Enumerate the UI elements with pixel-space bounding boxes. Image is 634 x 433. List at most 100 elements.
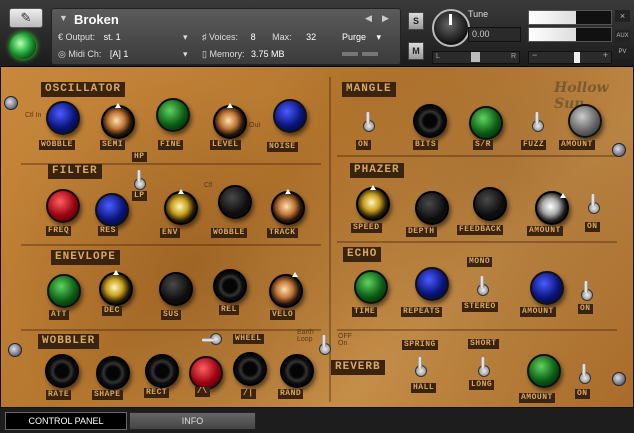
section-divider [21,329,321,331]
wob-tri-knob[interactable] [189,356,223,390]
osc-noise-knob[interactable] [273,99,307,133]
echo-time-knob[interactable] [354,270,388,304]
echo-amount-knob[interactable] [530,271,564,305]
filter-track-knob[interactable] [271,189,305,225]
echo-on-toggle[interactable] [581,281,593,303]
midi-select[interactable]: [A] 1 [110,49,129,59]
tab-info[interactable]: INFO [129,412,256,430]
prev-instrument-icon[interactable]: ◀ [365,13,372,24]
midi-row[interactable]: ◎ Midi Ch: [A] 1 ▾ [58,48,188,61]
mangle-amount-knob[interactable] [568,104,602,138]
solo-button[interactable]: S [408,12,424,30]
filter-wobble-knob[interactable] [218,185,252,219]
volume-handle[interactable] [574,52,581,63]
osc-ctl-in-label: Ctl In [25,112,42,119]
env-dec-knob[interactable] [99,270,133,306]
phazer-speed-knob[interactable] [356,185,390,221]
wob-rand-knob[interactable] [280,354,314,388]
max-voices-value[interactable]: 32 [306,32,316,42]
reverb-spring-label: SPRING [402,340,438,350]
output-label: Output: [65,32,96,42]
screw-icon [4,96,18,110]
memory-icon: ▯ [202,49,207,59]
osc-semi-label: SEMI [100,140,126,150]
env-sus-knob[interactable] [159,272,193,306]
mangle-sr-label: S/R [473,140,493,150]
phazer-depth-knob[interactable] [415,191,449,225]
osc-fine-knob[interactable] [156,98,190,132]
close-icon[interactable]: × [615,10,630,22]
osc-level-knob[interactable] [213,103,247,139]
wob-rect-knob[interactable] [145,354,179,388]
output-meter-right [528,27,612,42]
phazer-on-toggle[interactable] [588,194,600,216]
output-dropdown-icon[interactable]: ▾ [183,31,188,44]
filter-env-knob[interactable] [164,189,198,225]
phazer-on-label: ON [585,222,600,232]
mangle-on-label: ON [356,140,371,150]
memory-value: 3.75 MB [251,49,285,59]
section-phazer: PHAZER [350,163,404,178]
osc-wobble-knob[interactable] [46,101,80,135]
env-rel-knob[interactable] [213,269,247,303]
wob-rate-label: RATE [46,390,72,400]
tune-label: Tune [468,9,489,19]
memory-label: Memory: [209,49,245,59]
instrument-name[interactable]: Broken [74,11,396,28]
phazer-amount-label: AMOUNT [527,226,563,236]
tune-value[interactable]: 0.00 [468,27,521,42]
wob-rate-knob[interactable] [45,354,79,388]
instrument-info-box: ▼ Broken ◀ ▶ € Output: st. 1 ▾ ◎ Midi Ch… [51,8,401,65]
collapse-arrow-icon[interactable]: ▼ [59,13,68,23]
purge-button[interactable]: Purge ▾ [342,31,381,44]
osc-semi-knob[interactable] [101,103,135,139]
earth-loop-toggle[interactable] [319,335,331,357]
pan-slider[interactable]: L R [432,51,520,64]
volume-slider[interactable]: − + [528,50,612,64]
echo-stereo-label: STEREO [462,302,498,312]
reverb-length-toggle[interactable] [478,357,490,379]
output-row[interactable]: € Output: st. 1 ▾ [58,31,188,44]
pv-button[interactable]: PV [615,46,630,58]
reverb-on-toggle[interactable] [579,364,591,386]
env-att-knob[interactable] [47,274,81,308]
filter-freq-knob[interactable] [46,189,80,223]
mangle-bits-knob[interactable] [413,104,447,138]
phazer-feedback-knob[interactable] [473,187,507,221]
mute-button[interactable]: M [408,42,424,60]
section-mangle: MANGLE [342,82,396,97]
env-att-label: ATT [49,310,69,320]
meter-fill [529,28,576,41]
phazer-amount-knob[interactable] [535,191,569,225]
aux-button[interactable]: AUX [615,30,630,42]
pan-handle[interactable] [471,52,480,62]
filter-res-knob[interactable] [95,193,129,227]
mangle-on-toggle[interactable] [363,112,375,134]
wob-shape-knob[interactable] [96,356,130,390]
tab-control-panel[interactable]: CONTROL PANEL [5,412,127,430]
wob-saw-knob[interactable] [233,352,267,386]
section-divider [337,155,617,157]
wob-wheel-toggle[interactable] [202,333,224,345]
mangle-sr-knob[interactable] [469,106,503,140]
reverb-amount-knob[interactable] [527,354,561,388]
echo-repeats-knob[interactable] [415,267,449,301]
echo-stereo-toggle[interactable] [477,276,489,298]
mangle-fuzz-toggle[interactable] [532,112,544,134]
echo-amount-label: AMOUNT [520,307,556,317]
screw-icon [8,343,22,357]
wob-wheel-label: WHEEL [233,334,264,344]
next-instrument-icon[interactable]: ▶ [382,13,389,24]
output-select[interactable]: st. 1 [104,32,121,42]
wrench-icon[interactable]: ✎ [9,8,43,28]
midi-dropdown-icon[interactable]: ▾ [183,48,188,61]
power-gem-icon[interactable] [10,33,36,59]
phazer-depth-label: DEPTH [406,227,437,237]
filter-lp-label: LP [132,191,147,201]
env-velo-knob[interactable] [269,272,303,308]
reverb-type-toggle[interactable] [415,357,427,379]
section-filter: FILTER [48,164,102,179]
off-on-label: OFF On [338,333,352,347]
tune-knob[interactable] [432,9,470,47]
filter-mode-toggle[interactable] [134,170,146,192]
